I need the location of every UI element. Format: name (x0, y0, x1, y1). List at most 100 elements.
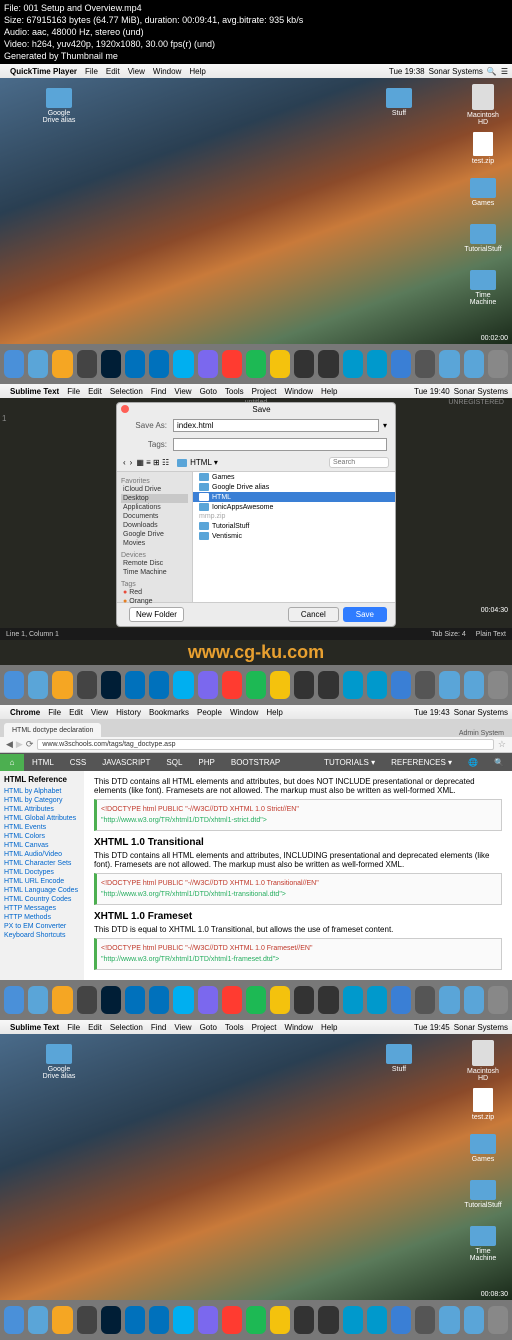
sidebar-link[interactable]: HTML Character Sets (4, 859, 80, 868)
dock-app-icon[interactable] (28, 350, 48, 378)
globe-icon[interactable]: 🌐 (460, 754, 486, 771)
menu-find[interactable]: Find (151, 387, 167, 396)
sidebar-desktop[interactable]: Desktop (121, 494, 188, 503)
sidebar-docs[interactable]: Documents (121, 512, 188, 521)
search-icon[interactable]: 🔍 (487, 67, 497, 76)
dock-app-icon[interactable] (488, 986, 508, 1014)
sidebar-apps[interactable]: Applications (121, 503, 188, 512)
menu-window[interactable]: Window (230, 708, 258, 717)
menu-view[interactable]: View (174, 387, 191, 396)
file-row[interactable]: Games (193, 472, 395, 482)
dock-app-icon[interactable] (173, 350, 193, 378)
dock-app-icon[interactable] (246, 671, 266, 699)
menubar-user[interactable]: Sonar Systems (454, 387, 508, 396)
menu-selection[interactable]: Selection (110, 1023, 143, 1032)
dock-app-icon[interactable] (77, 1306, 97, 1334)
file-row[interactable]: IonicAppsAwesome (193, 502, 395, 512)
dock-app-icon[interactable] (52, 1306, 72, 1334)
dock-app-icon[interactable] (294, 671, 314, 699)
view-icons[interactable]: ▦ ≡ ⊞ ☷ (136, 458, 169, 467)
sidebar-link[interactable]: HTML Country Codes (4, 895, 80, 904)
star-icon[interactable]: ☆ (498, 739, 506, 750)
dock-2[interactable] (0, 665, 512, 705)
dock-app-icon[interactable] (173, 671, 193, 699)
dock-app-icon[interactable] (318, 671, 338, 699)
dock-app-icon[interactable] (4, 1306, 24, 1334)
sidebar-link[interactable]: HTTP Methods (4, 913, 80, 922)
desktop-icon-disk[interactable]: Macintosh HD (464, 84, 502, 126)
menu-tools[interactable]: Tools (225, 1023, 244, 1032)
save-button[interactable]: Save (343, 607, 387, 622)
dock-app-icon[interactable] (318, 986, 338, 1014)
menu-edit[interactable]: Edit (88, 387, 102, 396)
tab-size[interactable]: Tab Size: 4 (431, 631, 466, 638)
desktop-icon-file[interactable]: test.zip (464, 132, 502, 165)
browser-tab[interactable]: HTML doctype declaration (4, 723, 101, 737)
dock-app-icon[interactable] (343, 671, 363, 699)
forward-icon[interactable]: › (130, 458, 133, 467)
dock-app-icon[interactable] (294, 1306, 314, 1334)
syntax-lang[interactable]: Plain Text (476, 631, 506, 638)
sidebar-remote[interactable]: Remote Disc (121, 559, 188, 568)
dock-app-icon[interactable] (222, 986, 242, 1014)
dock-app-icon[interactable] (391, 1306, 411, 1334)
menu-help[interactable]: Help (321, 387, 337, 396)
dock-app-icon[interactable] (488, 671, 508, 699)
menu-file[interactable]: File (67, 387, 80, 396)
sidebar-link[interactable]: HTML Language Codes (4, 886, 80, 895)
dock-app-icon[interactable] (415, 986, 435, 1014)
menu-project[interactable]: Project (252, 1023, 277, 1032)
dock-app-icon[interactable] (367, 986, 387, 1014)
menubar-user[interactable]: Sonar Systems (429, 67, 483, 76)
file-row[interactable]: Google Drive alias (193, 482, 395, 492)
dock-app-icon[interactable] (77, 986, 97, 1014)
nav-references[interactable]: REFERENCES ▾ (383, 754, 460, 771)
dock-app-icon[interactable] (246, 350, 266, 378)
menu-window[interactable]: Window (285, 1023, 313, 1032)
sidebar-tm[interactable]: Time Machine (121, 568, 188, 577)
sidebar-link[interactable]: HTML Events (4, 823, 80, 832)
chevron-icon[interactable]: ▾ (214, 458, 218, 467)
dock-app-icon[interactable] (198, 671, 218, 699)
nav-bootstrap[interactable]: BOOTSTRAP (223, 754, 288, 771)
dock-app-icon[interactable] (246, 1306, 266, 1334)
menu-bookmarks[interactable]: Bookmarks (149, 708, 189, 717)
dock-app-icon[interactable] (125, 986, 145, 1014)
dock-app-icon[interactable] (391, 986, 411, 1014)
dock-app-icon[interactable] (415, 671, 435, 699)
dock-app-icon[interactable] (77, 671, 97, 699)
dock-app-icon[interactable] (28, 986, 48, 1014)
sidebar-link[interactable]: HTML Attributes (4, 805, 80, 814)
sidebar-link[interactable]: HTML URL Encode (4, 877, 80, 886)
close-icon[interactable] (121, 405, 129, 413)
location-dropdown[interactable]: HTML (190, 458, 212, 467)
dock-app-icon[interactable] (52, 350, 72, 378)
dock-app-icon[interactable] (318, 350, 338, 378)
reload-icon[interactable]: ⟳ (26, 739, 34, 750)
dock-app-icon[interactable] (52, 986, 72, 1014)
app-name[interactable]: Sublime Text (10, 1023, 59, 1032)
dock-app-icon[interactable] (488, 350, 508, 378)
menu-goto[interactable]: Goto (200, 1023, 217, 1032)
menu-view[interactable]: View (128, 67, 145, 76)
menu-edit[interactable]: Edit (69, 708, 83, 717)
new-folder-button[interactable]: New Folder (129, 607, 184, 622)
back-icon[interactable]: ‹ (123, 458, 126, 467)
desktop-4[interactable]: Google Drive alias Macintosh HD test.zip… (0, 1034, 512, 1300)
dock-app-icon[interactable] (4, 986, 24, 1014)
url-input[interactable]: www.w3schools.com/tags/tag_doctype.asp (37, 739, 494, 750)
dock-app-icon[interactable] (222, 671, 242, 699)
dock-app-icon[interactable] (367, 1306, 387, 1334)
dock-app-icon[interactable] (125, 350, 145, 378)
menu-file[interactable]: File (48, 708, 61, 717)
sidebar-movies[interactable]: Movies (121, 539, 188, 548)
nav-tutorials[interactable]: TUTORIALS ▾ (316, 754, 383, 771)
dock-app-icon[interactable] (294, 350, 314, 378)
dock-app-icon[interactable] (173, 1306, 193, 1334)
dock-app-icon[interactable] (4, 671, 24, 699)
desktop-1[interactable]: Google Drive alias Macintosh HD test.zip… (0, 78, 512, 344)
sidebar-red[interactable]: ● Red (121, 588, 188, 597)
file-row-selected[interactable]: HTML (193, 492, 395, 502)
nav-css[interactable]: CSS (62, 754, 94, 771)
dock-app-icon[interactable] (173, 986, 193, 1014)
